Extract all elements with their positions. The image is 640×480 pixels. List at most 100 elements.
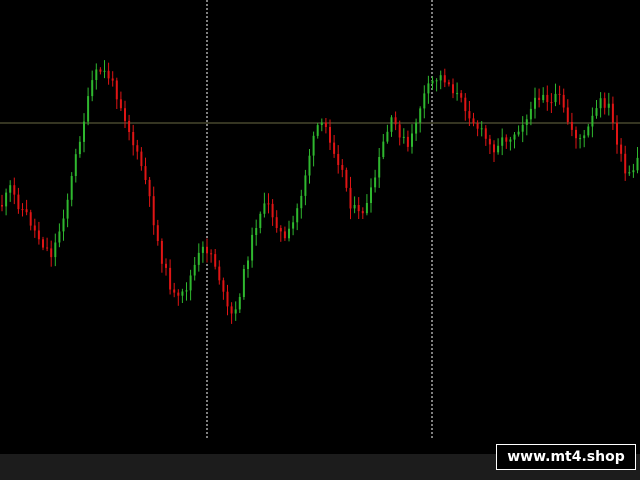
candle-body xyxy=(300,195,303,209)
candle-body xyxy=(279,228,282,232)
candle-body xyxy=(534,97,536,109)
candle-body xyxy=(304,175,307,196)
candle-body xyxy=(517,131,520,135)
candle-body xyxy=(476,123,479,129)
candle-body xyxy=(13,185,16,195)
candle-body xyxy=(87,96,90,122)
candle-body xyxy=(488,138,491,145)
candle-body xyxy=(197,252,200,265)
candle-body xyxy=(177,292,180,296)
candle-body xyxy=(324,122,327,127)
candle-body xyxy=(579,138,582,140)
candle-body xyxy=(365,203,368,214)
candle-body xyxy=(308,155,311,176)
candle-body xyxy=(390,117,393,132)
candle-body xyxy=(394,117,397,125)
candle-body xyxy=(480,128,483,130)
candle-body xyxy=(456,93,459,95)
candle-body xyxy=(107,70,110,79)
candle-body xyxy=(99,69,102,72)
candle-body xyxy=(17,194,20,210)
candle-body xyxy=(283,231,286,239)
candle-body xyxy=(226,291,229,307)
candle-body xyxy=(423,93,426,109)
candle-body xyxy=(554,93,557,103)
candle-body xyxy=(160,241,163,264)
candle-body xyxy=(349,187,352,209)
candle-body xyxy=(616,122,618,145)
candle-body xyxy=(169,267,172,290)
candle-body xyxy=(173,289,176,293)
candle-body xyxy=(337,154,340,165)
candle-body xyxy=(37,230,40,240)
candle-body xyxy=(124,108,126,121)
candle-body xyxy=(111,78,114,81)
candle-body xyxy=(95,69,98,80)
candle-body xyxy=(288,228,290,239)
candle-body xyxy=(144,166,147,180)
candle-body xyxy=(538,97,541,100)
candle-body xyxy=(201,246,204,253)
candle-body xyxy=(1,205,3,207)
chart-canvas[interactable]: 29 Oct 03:4529 Oct 07:4529 Oct 11:4529 O… xyxy=(0,0,640,454)
candle-body xyxy=(189,275,192,291)
candle-body xyxy=(33,225,36,231)
candle-body xyxy=(165,263,167,268)
candle-body xyxy=(259,213,262,228)
candle-body xyxy=(447,82,450,85)
candle-body xyxy=(5,192,8,207)
candle-body xyxy=(542,94,545,101)
candle-body xyxy=(292,222,295,229)
candle-body xyxy=(62,218,65,232)
candle-body xyxy=(222,280,225,292)
candle-body xyxy=(140,151,143,167)
candle-body xyxy=(529,108,532,120)
candle-body xyxy=(566,107,569,122)
candle-body xyxy=(91,80,94,97)
candle-body xyxy=(119,99,122,109)
candle-body xyxy=(275,217,278,228)
candle-body xyxy=(74,154,77,176)
candle-body xyxy=(525,119,528,125)
candle-body xyxy=(501,137,504,146)
candle-body xyxy=(378,157,381,178)
candle-body xyxy=(66,199,69,219)
candle-body xyxy=(29,212,32,226)
candle-body xyxy=(628,172,631,174)
candle-body xyxy=(591,115,594,127)
candle-body xyxy=(214,254,217,267)
candle-body xyxy=(595,108,598,116)
candle-body xyxy=(46,247,49,249)
candle-body xyxy=(25,209,28,213)
candle-body xyxy=(472,118,475,124)
candle-body xyxy=(267,203,270,205)
candle-body xyxy=(58,231,61,243)
candle-body xyxy=(242,269,245,297)
candle-body xyxy=(546,94,549,103)
candle-body xyxy=(411,133,413,147)
candle-body xyxy=(624,153,627,174)
candle-body xyxy=(218,266,221,281)
candle-body xyxy=(181,291,184,296)
candle-body xyxy=(386,131,389,142)
candle-body xyxy=(21,209,24,211)
candle-body xyxy=(427,83,430,94)
candle-body xyxy=(345,169,348,188)
candle-body xyxy=(431,80,434,84)
candle-body xyxy=(550,102,553,104)
candle-body xyxy=(497,145,500,153)
candle-body xyxy=(370,187,372,203)
candle-body xyxy=(193,264,196,276)
price-chart[interactable]: 29 Oct 03:4529 Oct 07:4529 Oct 11:4529 O… xyxy=(0,0,640,480)
candle-body xyxy=(484,128,487,139)
candle-body xyxy=(263,203,266,214)
candle-body xyxy=(247,260,249,269)
candle-body xyxy=(509,139,512,142)
candle-body xyxy=(443,75,446,83)
candle-body xyxy=(493,144,495,153)
candle-body xyxy=(570,122,573,130)
candle-body xyxy=(361,211,364,214)
candle-body xyxy=(419,108,422,123)
candle-body xyxy=(312,135,315,156)
candle-body xyxy=(620,144,623,154)
